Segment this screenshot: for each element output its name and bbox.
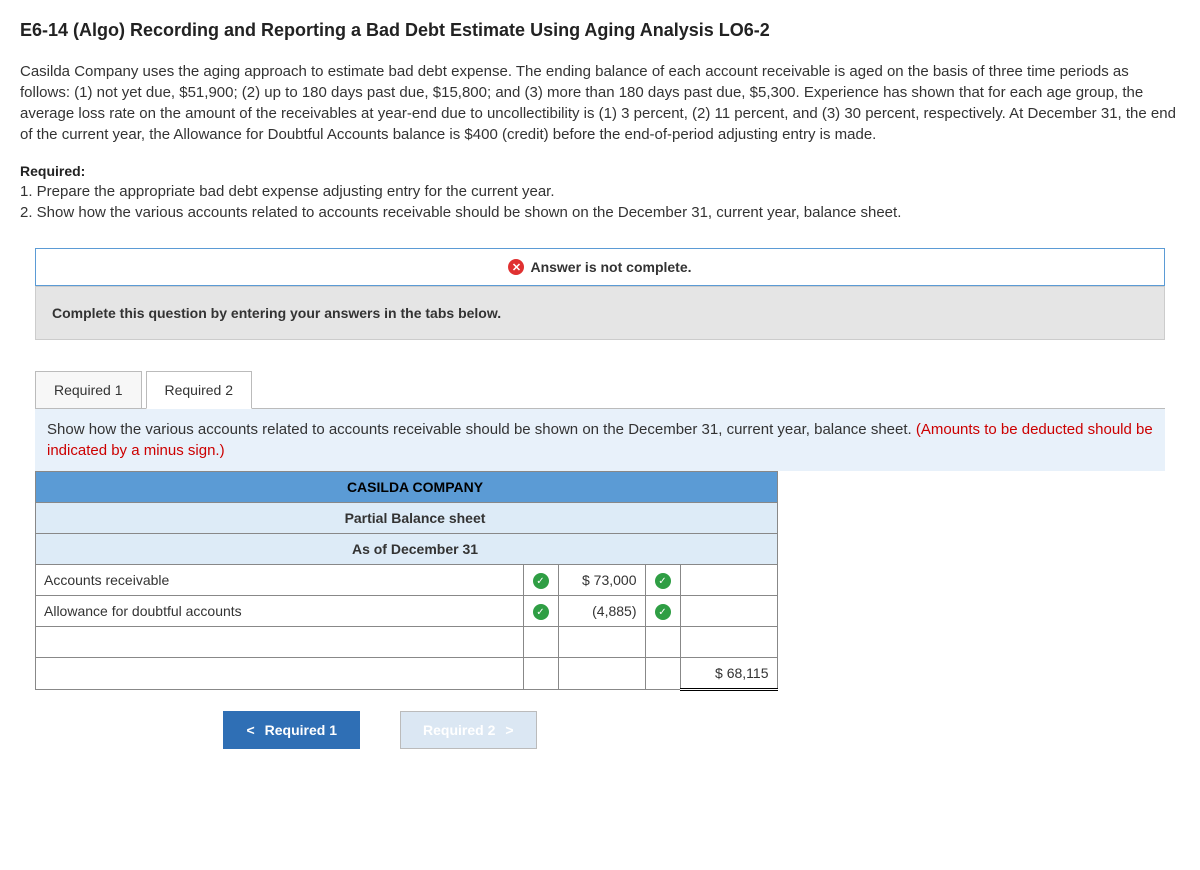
required-label: Required:	[20, 163, 1180, 179]
row2-label[interactable]: Allowance for doubtful accounts	[36, 596, 524, 627]
check-icon: ✓	[655, 573, 671, 589]
problem-body: Casilda Company uses the aging approach …	[20, 61, 1180, 145]
check-icon: ✓	[533, 604, 549, 620]
table-row: $ 68,115	[36, 658, 778, 690]
row4-label[interactable]	[36, 658, 524, 690]
tab-required-1[interactable]: Required 1	[35, 371, 142, 409]
balance-sheet-table: CASILDA COMPANY Partial Balance sheet As…	[35, 471, 778, 691]
row1-value[interactable]: $ 73,000	[558, 565, 645, 596]
empty-asof-left	[36, 534, 308, 565]
check-icon: ✓	[655, 604, 671, 620]
prev-label: Required 1	[265, 722, 337, 738]
table-row: Allowance for doubtful accounts ✓ (4,885…	[36, 596, 778, 627]
tab-strip: Required 1 Required 2	[35, 370, 1180, 408]
required-item-1: 1. Prepare the appropriate bad debt expe…	[20, 181, 1180, 202]
required-list: 1. Prepare the appropriate bad debt expe…	[20, 181, 1180, 223]
empty-header-left	[36, 472, 308, 503]
empty-header-right	[523, 472, 777, 503]
next-button[interactable]: Required 2 >	[400, 711, 537, 749]
row3-total[interactable]	[680, 627, 777, 658]
table-row	[36, 627, 778, 658]
chevron-left-icon: <	[246, 722, 254, 738]
row4-value[interactable]	[558, 658, 645, 690]
row1-check-left: ✓	[523, 565, 558, 596]
chevron-right-icon: >	[505, 722, 513, 738]
row3-value[interactable]	[558, 627, 645, 658]
row4-check-left	[523, 658, 558, 690]
row1-total[interactable]	[680, 565, 777, 596]
tab-required-2[interactable]: Required 2	[146, 371, 253, 409]
sheet-title: Partial Balance sheet	[307, 503, 523, 534]
required-item-2: 2. Show how the various accounts related…	[20, 202, 1180, 223]
row4-check-right	[645, 658, 680, 690]
row2-value[interactable]: (4,885)	[558, 596, 645, 627]
company-header: CASILDA COMPANY	[307, 472, 523, 503]
prev-button[interactable]: < Required 1	[223, 711, 360, 749]
table-row: Accounts receivable ✓ $ 73,000 ✓	[36, 565, 778, 596]
status-banner: ✕ Answer is not complete.	[35, 248, 1165, 286]
row3-check-left	[523, 627, 558, 658]
row1-label[interactable]: Accounts receivable	[36, 565, 524, 596]
instruction-bar: Complete this question by entering your …	[35, 286, 1165, 340]
tab-instruction-text: Show how the various accounts related to…	[47, 421, 916, 438]
next-label: Required 2	[423, 722, 495, 738]
status-text: Answer is not complete.	[530, 259, 691, 275]
row1-check-right: ✓	[645, 565, 680, 596]
error-icon: ✕	[508, 259, 524, 275]
nav-buttons: < Required 1 Required 2 >	[35, 711, 725, 749]
row4-total[interactable]: $ 68,115	[680, 658, 777, 690]
empty-asof-right	[523, 534, 777, 565]
empty-sub-left	[36, 503, 308, 534]
tab-instructions: Show how the various accounts related to…	[35, 408, 1165, 471]
row3-check-right	[645, 627, 680, 658]
problem-title: E6-14 (Algo) Recording and Reporting a B…	[20, 20, 1180, 41]
row3-label[interactable]	[36, 627, 524, 658]
asof-header: As of December 31	[307, 534, 523, 565]
empty-sub-right	[523, 503, 777, 534]
check-icon: ✓	[533, 573, 549, 589]
row2-check-right: ✓	[645, 596, 680, 627]
row2-check-left: ✓	[523, 596, 558, 627]
row2-total[interactable]	[680, 596, 777, 627]
